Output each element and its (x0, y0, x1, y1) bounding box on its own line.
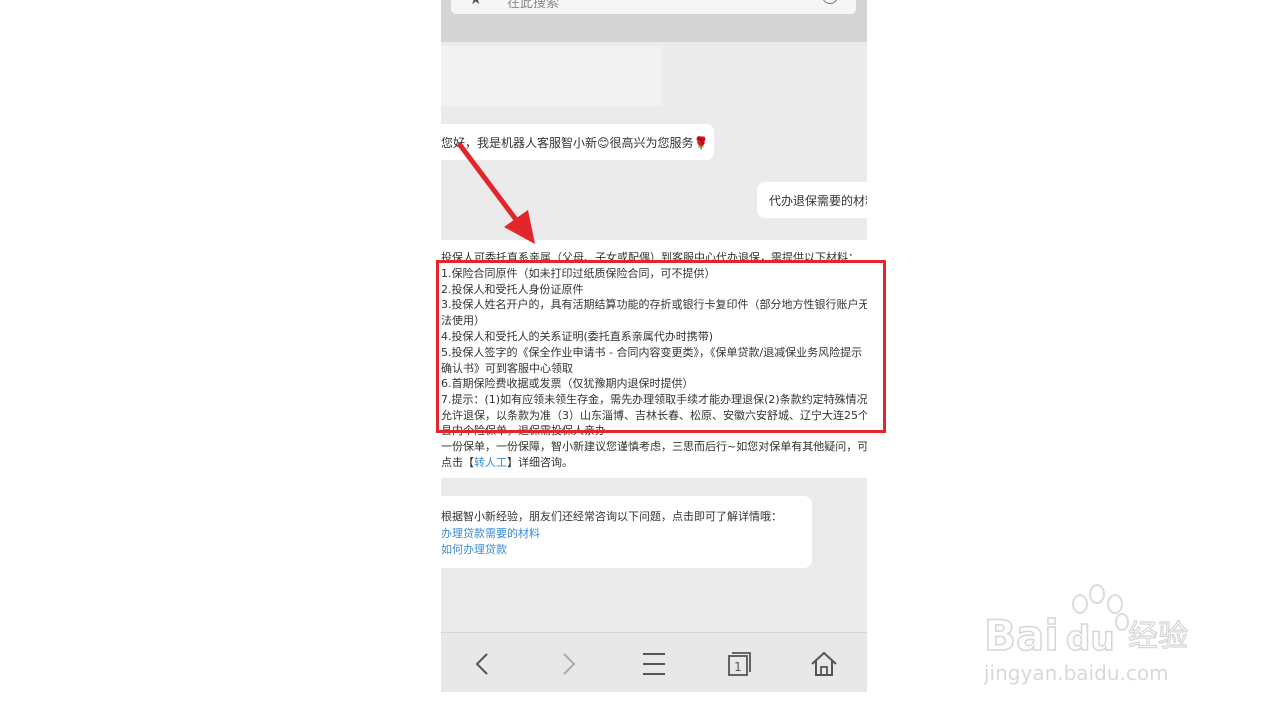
tab-count: 1 (734, 660, 742, 674)
search-placeholder: 在此搜索 (507, 0, 560, 11)
annotation-arrow-icon (457, 142, 535, 244)
svg-text:du: du (1066, 619, 1115, 659)
closing-prefix: 点击【 (441, 456, 474, 469)
browser-bottom-nav: 1 (441, 632, 867, 692)
browser-top-bar: ★ 在此搜索 (441, 0, 867, 42)
faq-link-loan-materials[interactable]: 办理贷款需要的材料 (441, 525, 540, 541)
user-message-bubble: 代办退保需要的材料 (757, 182, 867, 218)
svg-text:jingyan.baidu.com: jingyan.baidu.com (983, 661, 1169, 685)
clear-icon[interactable] (822, 0, 838, 4)
tabs-icon[interactable]: 1 (722, 647, 756, 681)
forward-icon[interactable] (551, 647, 585, 681)
user-message-text: 代办退保需要的材料 (769, 194, 867, 208)
answer-closing-transfer: 点击【转人工】详细咨询。 (441, 454, 573, 470)
closing-suffix: 】详细咨询。 (507, 456, 573, 469)
faq-intro: 根据智小新经验，朋友们还经常咨询以下问题，点击即可了解详情哦： (441, 510, 782, 523)
baidu-jingyan-watermark-icon: Bai du 经验 jingyan.baidu.com (983, 584, 1189, 685)
highlight-box (436, 260, 886, 433)
back-icon[interactable] (466, 647, 500, 681)
svg-text:Bai: Bai (984, 611, 1059, 660)
blurred-header-card (441, 46, 662, 106)
svg-text:经验: 经验 (1128, 619, 1188, 654)
home-icon[interactable] (807, 647, 841, 681)
menu-icon[interactable] (637, 647, 671, 681)
search-input[interactable]: ★ 在此搜索 (451, 0, 856, 14)
faq-bubble: 根据智小新经验，朋友们还经常咨询以下问题，点击即可了解详情哦： 办理贷款需要的材… (441, 496, 812, 568)
transfer-to-agent-link[interactable]: 转人工 (474, 456, 507, 469)
answer-closing: 一份保单，一份保障，智小新建议您谨慎考虑，三思而后行~如您对保单有其他疑问，可 (441, 440, 867, 453)
faq-link-how-to-loan[interactable]: 如何办理贷款 (441, 541, 507, 557)
star-icon[interactable]: ★ (469, 0, 482, 8)
